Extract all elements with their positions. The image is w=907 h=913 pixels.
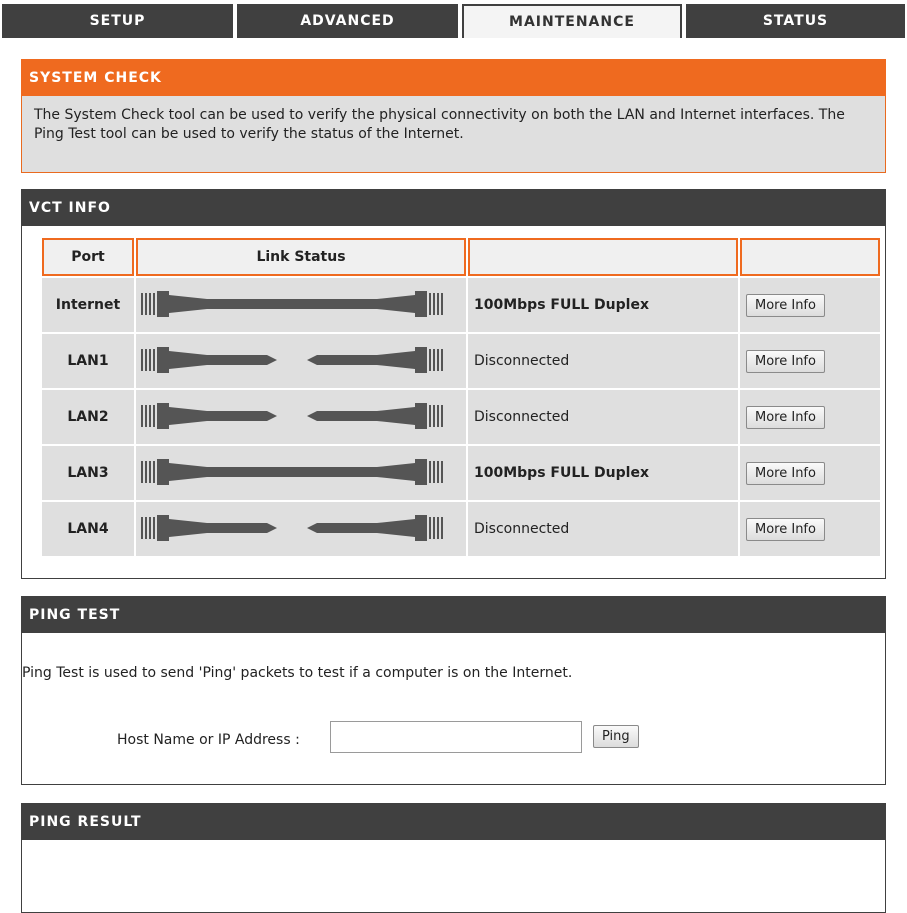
vct-table: Port Link Status Internet 100Mbps FULL Du… [40,236,882,558]
ping-result-title: PING RESULT [21,803,886,840]
ping-test-panel: PING TEST Ping Test is used to send 'Pin… [21,596,886,785]
ping-result-panel: PING RESULT [21,803,886,913]
link-status-text: Disconnected [468,334,738,388]
table-row: LAN2 Disconnected More Info [42,390,880,444]
port-name: LAN4 [42,502,134,556]
cable-connected-icon [136,446,466,500]
system-check-description: The System Check tool can be used to ver… [34,107,845,142]
ping-button[interactable]: Ping [593,725,639,748]
cable-disconnected-icon [136,502,466,556]
cable-disconnected-icon [136,334,466,388]
more-info-button[interactable]: More Info [746,405,825,429]
port-name: LAN1 [42,334,134,388]
link-status-text: Disconnected [468,390,738,444]
ping-test-title: PING TEST [21,596,886,633]
port-name: Internet [42,278,134,332]
ping-test-description: Ping Test is used to send 'Ping' packets… [22,665,573,681]
link-status-text: Disconnected [468,502,738,556]
vct-info-panel: VCT INFO Port Link Status Internet 100Mbp… [21,189,886,579]
more-info-button[interactable]: More Info [746,293,825,317]
tab-status[interactable]: STATUS [686,4,905,38]
header-port: Port [42,238,134,276]
tab-setup[interactable]: SETUP [2,4,233,38]
header-link-status: Link Status [136,238,466,276]
host-label: Host Name or IP Address : [117,732,300,748]
link-status-text: 100Mbps FULL Duplex [468,446,738,500]
top-nav: SETUP ADVANCED MAINTENANCE STATUS [0,0,907,42]
system-check-title: SYSTEM CHECK [21,59,886,96]
tab-maintenance[interactable]: MAINTENANCE [462,4,682,38]
header-action [740,238,880,276]
more-info-button[interactable]: More Info [746,349,825,373]
table-row: LAN3 100Mbps FULL Duplex More Info [42,446,880,500]
cable-connected-icon [136,278,466,332]
port-name: LAN2 [42,390,134,444]
more-info-cell: More Info [740,502,880,556]
more-info-cell: More Info [740,390,880,444]
table-row: LAN1 Disconnected More Info [42,334,880,388]
tab-advanced[interactable]: ADVANCED [237,4,458,38]
more-info-button[interactable]: More Info [746,517,825,541]
more-info-cell: More Info [740,278,880,332]
more-info-cell: More Info [740,446,880,500]
vct-info-title: VCT INFO [21,189,886,226]
host-input[interactable] [330,721,582,753]
link-status-text: 100Mbps FULL Duplex [468,278,738,332]
table-row: LAN4 Disconnected More Info [42,502,880,556]
more-info-cell: More Info [740,334,880,388]
table-row: Internet 100Mbps FULL Duplex More Info [42,278,880,332]
cable-disconnected-icon [136,390,466,444]
header-status [468,238,738,276]
system-check-panel: SYSTEM CHECK The System Check tool can b… [21,59,886,173]
port-name: LAN3 [42,446,134,500]
more-info-button[interactable]: More Info [746,461,825,485]
